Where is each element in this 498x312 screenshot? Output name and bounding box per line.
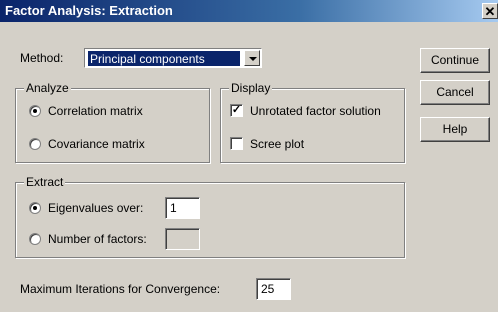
help-button[interactable]: Help — [420, 117, 490, 142]
window-title: Factor Analysis: Extraction — [5, 3, 173, 18]
unrotated-solution-label[interactable]: Unrotated factor solution — [250, 104, 381, 118]
method-dropdown[interactable]: Principal components — [84, 48, 262, 68]
factor-extraction-dialog: Factor Analysis: Extraction ✕ Method: Pr… — [0, 0, 498, 312]
scree-plot-label[interactable]: Scree plot — [250, 137, 304, 151]
analyze-group-title: Analyze — [24, 81, 71, 95]
number-of-factors-radio[interactable] — [29, 233, 41, 245]
correlation-matrix-label[interactable]: Correlation matrix — [48, 104, 143, 118]
number-of-factors-label[interactable]: Number of factors: — [48, 232, 147, 246]
extract-group-title: Extract — [24, 175, 66, 189]
title-bar: Factor Analysis: Extraction ✕ — [0, 0, 498, 22]
close-icon[interactable]: ✕ — [482, 3, 498, 19]
scree-plot-checkbox[interactable] — [230, 137, 243, 150]
unrotated-solution-checkbox[interactable]: ✓ — [230, 104, 243, 117]
correlation-matrix-radio[interactable] — [29, 105, 41, 117]
covariance-matrix-label[interactable]: Covariance matrix — [48, 137, 145, 151]
display-group: Display — [220, 81, 405, 163]
continue-button[interactable]: Continue — [420, 48, 490, 73]
method-selected-value: Principal components — [87, 50, 241, 67]
method-label: Method: — [20, 51, 64, 65]
covariance-matrix-radio[interactable] — [29, 138, 41, 150]
analyze-group: Analyze — [15, 81, 210, 163]
eigenvalues-radio[interactable] — [29, 202, 41, 214]
cancel-button[interactable]: Cancel — [420, 80, 490, 105]
max-iterations-label: Maximum Iterations for Convergence: — [20, 282, 221, 296]
eigenvalues-label[interactable]: Eigenvalues over: — [48, 201, 143, 215]
display-group-title: Display — [229, 81, 273, 95]
number-of-factors-input[interactable] — [165, 228, 200, 250]
eigenvalues-input[interactable]: 1 — [165, 197, 200, 219]
extract-group: Extract — [15, 175, 405, 258]
max-iterations-input[interactable]: 25 — [256, 278, 291, 300]
chevron-down-icon[interactable] — [244, 50, 260, 66]
